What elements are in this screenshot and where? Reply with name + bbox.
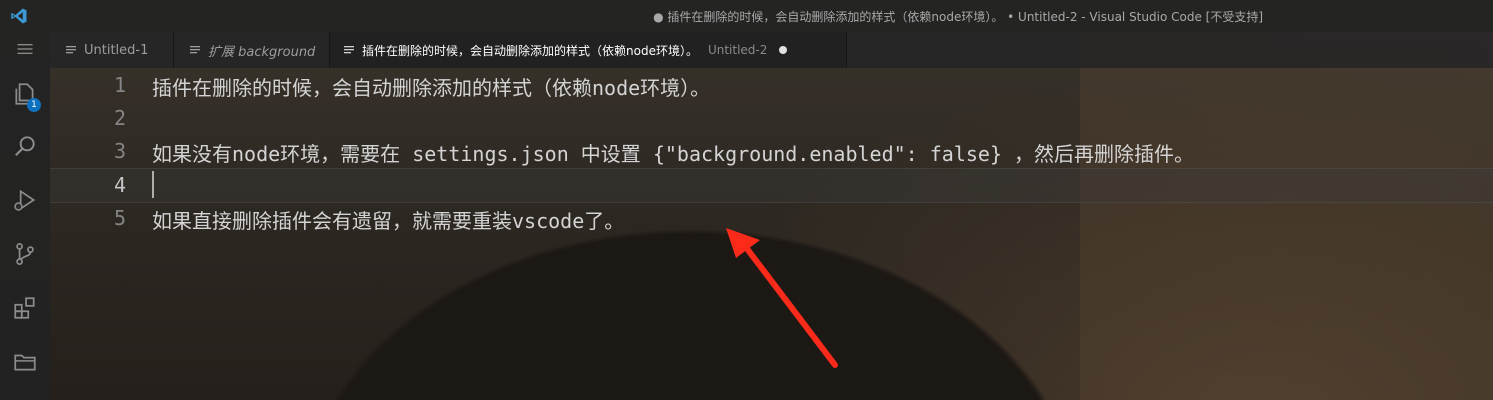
line-number: 4 [113, 173, 126, 197]
tab-label: 扩展 background [208, 44, 316, 60]
line-text: 如果没有node环境，需要在 settings.json 中设置 {"backg… [152, 142, 1195, 166]
editor-tabs: Untitled-1 扩展 background 插件在删除的时候，会自动删除添… [50, 32, 1493, 68]
tab-untitled-1[interactable]: Untitled-1 [50, 32, 174, 68]
line-text: 插件在删除的时候，会自动删除添加的样式（依赖node环境）。 [152, 76, 711, 100]
tab-description: Untitled-2 [707, 43, 768, 57]
unsaved-dot-icon[interactable] [779, 46, 788, 54]
line-number: 5 [113, 206, 126, 230]
activity-bar: 1 [0, 32, 50, 400]
source-control-icon [16, 243, 34, 265]
source-control-button[interactable] [0, 232, 50, 276]
run-debug-icon [14, 189, 36, 211]
window-title: ● 插件在删除的时候，会自动删除添加的样式（依赖node环境）。 • Untit… [653, 10, 1263, 24]
editor-line[interactable]: 3 如果没有node环境，需要在 settings.json 中设置 {"bac… [50, 134, 1493, 167]
explorer-button[interactable]: 1 [0, 72, 50, 116]
extensions-icon [14, 297, 35, 319]
run-debug-button[interactable] [0, 178, 50, 222]
folder-icon [14, 354, 36, 371]
tab-label: Untitled-1 [84, 42, 149, 58]
editor[interactable]: 1 插件在删除的时候，会自动删除添加的样式（依赖node环境）。 2 3 如果没… [50, 68, 1493, 400]
text-cursor [152, 171, 154, 198]
tab-label: 插件在删除的时候，会自动删除添加的样式（依赖node环境）。 [362, 43, 698, 58]
editor-line[interactable]: 2 [50, 101, 1493, 134]
extensions-button[interactable] [0, 286, 50, 330]
editor-line[interactable]: 1 插件在删除的时候，会自动删除添加的样式（依赖node环境）。 [50, 68, 1493, 101]
text-file-icon [66, 46, 76, 54]
title-bar: ● 插件在删除的时候，会自动删除添加的样式（依赖node环境）。 • Untit… [0, 0, 1493, 32]
tab-untitled-2[interactable]: 插件在删除的时候，会自动删除添加的样式（依赖node环境）。 Untitled-… [330, 32, 847, 68]
line-text: 如果直接删除插件会有遗留，就需要重装vscode了。 [152, 209, 625, 233]
search-button[interactable] [0, 124, 50, 168]
tab-extension-background[interactable]: 扩展 background [174, 32, 330, 68]
editor-line[interactable]: 4 [50, 168, 1493, 201]
explorer-badge: 1 [27, 98, 41, 112]
folder-button[interactable] [0, 340, 50, 384]
text-file-icon [190, 46, 200, 54]
menu-button[interactable] [0, 32, 50, 66]
menu-icon [17, 44, 33, 54]
line-number: 1 [113, 73, 126, 97]
editor-line[interactable]: 5 如果直接删除插件会有遗留，就需要重装vscode了。 [50, 201, 1493, 234]
text-file-icon [344, 46, 354, 54]
line-number: 3 [113, 139, 126, 163]
line-number: 2 [113, 106, 126, 130]
search-icon [15, 136, 35, 156]
